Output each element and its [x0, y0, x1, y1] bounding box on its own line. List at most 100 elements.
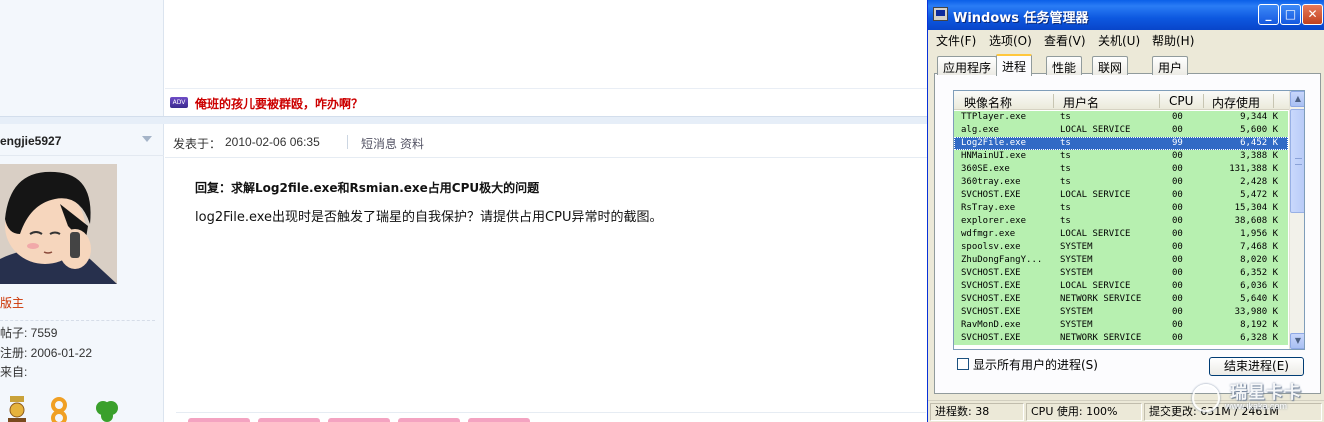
column-cpu[interactable]: CPU: [1169, 94, 1193, 108]
menu-view[interactable]: 查看(V): [1044, 32, 1086, 49]
post-separator-strip: [0, 116, 927, 124]
process-cpu: 00: [1172, 294, 1183, 304]
process-user: ts: [1060, 151, 1071, 161]
process-row[interactable]: explorer.exe ts 00 38,608 K: [954, 215, 1288, 228]
title-bar[interactable]: Windows 任务管理器 _ □ ✕: [928, 0, 1324, 30]
process-row[interactable]: ZhuDongFangY... SYSTEM 00 8,020 K: [954, 254, 1288, 267]
column-resize-handle[interactable]: [1053, 94, 1054, 108]
watermark-logo: 瑞星卡卡 www.ikaka.com: [1192, 378, 1310, 414]
tab-networking[interactable]: 联网: [1092, 56, 1129, 75]
process-name: SVCHOST.EXE: [961, 281, 1021, 291]
column-image-name[interactable]: 映像名称: [964, 94, 1012, 111]
scrollbar-grip-icon: [1295, 158, 1302, 165]
watermark-text: 瑞星卡卡: [1230, 383, 1302, 403]
process-row[interactable]: RsTray.exe ts 00 15,304 K: [954, 202, 1288, 215]
user-stat-from: 来自:: [0, 365, 28, 379]
post-action-button[interactable]: [468, 418, 530, 422]
tab-applications[interactable]: 应用程序: [937, 56, 998, 75]
process-row[interactable]: 360tray.exe ts 00 2,428 K: [954, 176, 1288, 189]
user-stat-posts: 帖子: 7559: [0, 326, 58, 340]
process-cpu: 00: [1172, 268, 1183, 278]
menu-file[interactable]: 文件(F): [936, 32, 976, 49]
process-memory: 3,388 K: [1240, 151, 1278, 161]
end-process-button[interactable]: 结束进程(E): [1209, 357, 1304, 376]
post-action-button[interactable]: [188, 418, 250, 422]
column-memory[interactable]: 内存使用: [1212, 94, 1260, 111]
process-row[interactable]: SVCHOST.EXE LOCAL SERVICE 00 5,472 K: [954, 189, 1288, 202]
show-all-users-label[interactable]: 显示所有用户的进程(S): [973, 356, 1098, 373]
maximize-icon[interactable]: □: [1280, 4, 1301, 25]
column-user-name[interactable]: 用户名: [1063, 94, 1099, 111]
process-row[interactable]: 360SE.exe ts 00 131,388 K: [954, 163, 1288, 176]
post-action-button[interactable]: [398, 418, 460, 422]
menu-options[interactable]: 选项(O): [989, 32, 1032, 49]
post-title: 回复：求解Log2file.exe和Rsmian.exe占用CPU极大的问题: [195, 181, 540, 195]
private-message-link[interactable]: 短消息: [361, 135, 397, 152]
process-row[interactable]: HNMainUI.exe ts 00 3,388 K: [954, 150, 1288, 163]
process-row[interactable]: alg.exe LOCAL SERVICE 00 5,600 K: [954, 124, 1288, 137]
avatar[interactable]: [0, 164, 117, 284]
post-header-divider: [347, 135, 348, 149]
process-name: RavMonD.exe: [961, 320, 1021, 330]
process-row[interactable]: spoolsv.exe SYSTEM 00 7,468 K: [954, 241, 1288, 254]
scroll-down-icon[interactable]: ▼: [1290, 333, 1304, 349]
user-menu-caret-icon[interactable]: [142, 136, 152, 142]
tab-processes[interactable]: 进程: [996, 54, 1033, 76]
user-rank: 版主: [0, 296, 25, 310]
process-memory: 9,344 K: [1240, 112, 1278, 122]
watermark-url: www.ikaka.com: [1225, 401, 1288, 411]
profile-link[interactable]: 资料: [400, 135, 424, 152]
scroll-up-icon[interactable]: ▲: [1290, 91, 1304, 107]
process-name: SVCHOST.EXE: [961, 307, 1021, 317]
clover-badge-icon: [96, 401, 118, 422]
process-row[interactable]: SVCHOST.EXE LOCAL SERVICE 00 6,036 K: [954, 280, 1288, 293]
process-row[interactable]: TTPlayer.exe ts 00 9,344 K: [954, 111, 1288, 124]
process-row[interactable]: Log2File.exe ts 99 6,452 K: [954, 137, 1288, 150]
show-all-users-checkbox[interactable]: [957, 358, 969, 370]
process-row[interactable]: wdfmgr.exe LOCAL SERVICE 00 1,956 K: [954, 228, 1288, 241]
process-row[interactable]: SVCHOST.EXE NETWORK SERVICE 00 6,328 K: [954, 332, 1288, 345]
tab-strip: 应用程序 进程 性能 联网 用户: [928, 54, 1324, 76]
process-name: ZhuDongFangY...: [961, 255, 1043, 265]
process-memory: 33,980 K: [1234, 307, 1278, 317]
post-action-button[interactable]: [328, 418, 390, 422]
process-user: LOCAL SERVICE: [1060, 190, 1131, 200]
process-row[interactable]: SVCHOST.EXE NETWORK SERVICE 00 5,640 K: [954, 293, 1288, 306]
process-row[interactable]: SVCHOST.EXE SYSTEM 00 33,980 K: [954, 306, 1288, 319]
process-name: SVCHOST.EXE: [961, 268, 1021, 278]
menu-shutdown[interactable]: 关机(U): [1098, 32, 1140, 49]
process-memory: 1,956 K: [1240, 229, 1278, 239]
username[interactable]: engjie5927: [0, 134, 61, 148]
process-user: ts: [1060, 112, 1071, 122]
task-manager-window: Windows 任务管理器 _ □ ✕ 文件(F) 选项(O) 查看(V) 关机…: [927, 0, 1324, 422]
process-cpu: 00: [1172, 125, 1183, 135]
post-action-button[interactable]: [258, 418, 320, 422]
process-cpu: 00: [1172, 190, 1183, 200]
process-name: 360SE.exe: [961, 164, 1010, 174]
tab-users[interactable]: 用户: [1152, 56, 1189, 75]
tab-performance[interactable]: 性能: [1046, 56, 1083, 75]
menu-help[interactable]: 帮助(H): [1152, 32, 1194, 49]
process-row[interactable]: SVCHOST.EXE SYSTEM 00 6,352 K: [954, 267, 1288, 280]
process-cpu: 00: [1172, 307, 1183, 317]
scrollbar-thumb[interactable]: [1290, 109, 1304, 213]
window-title: Windows 任务管理器: [953, 11, 1089, 26]
ad-link[interactable]: 俺班的孩儿要被群殴，咋办啊？: [195, 95, 363, 112]
process-memory: 6,352 K: [1240, 268, 1278, 278]
status-cpu-usage: CPU 使用: 100%: [1026, 403, 1142, 421]
column-resize-handle[interactable]: [1273, 94, 1274, 108]
process-name: 360tray.exe: [961, 177, 1021, 187]
ad-bar[interactable]: ADV 俺班的孩儿要被群殴，咋办啊？: [165, 88, 927, 116]
column-resize-handle[interactable]: [1203, 94, 1204, 108]
close-icon[interactable]: ✕: [1302, 4, 1323, 25]
process-row[interactable]: RavMonD.exe SYSTEM 00 8,192 K: [954, 319, 1288, 332]
task-manager-app-icon[interactable]: [933, 7, 948, 21]
user-stat-registered: 注册: 2006-01-22: [0, 346, 93, 360]
column-resize-handle[interactable]: [1159, 94, 1160, 108]
process-list[interactable]: 映像名称 用户名 CPU 内存使用 TTPlayer.exe ts 00 9,344 …: [953, 90, 1305, 350]
process-user: ts: [1060, 138, 1071, 148]
process-cpu: 00: [1172, 229, 1183, 239]
minimize-icon[interactable]: _: [1258, 4, 1279, 25]
process-list-scrollbar[interactable]: ▲ ▼: [1289, 91, 1304, 349]
process-memory: 6,328 K: [1240, 333, 1278, 343]
